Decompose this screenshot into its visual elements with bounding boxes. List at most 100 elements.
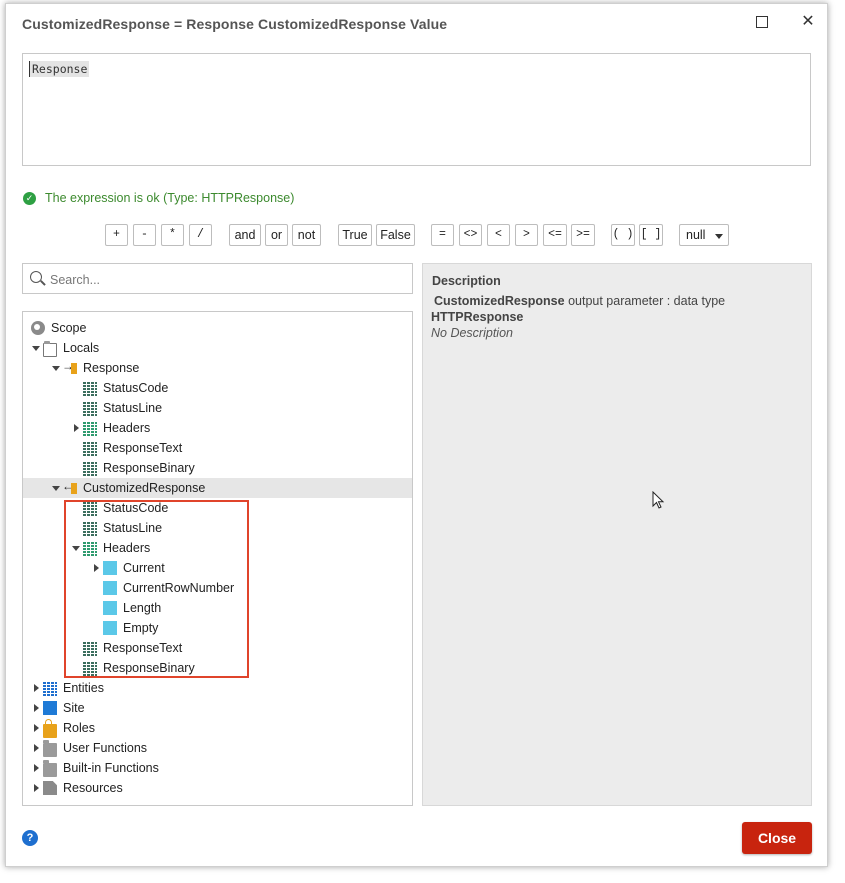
tree-item-label: Entities bbox=[63, 681, 104, 695]
input-parameter-icon bbox=[62, 359, 77, 375]
op-multiply-button[interactable]: * bbox=[161, 224, 184, 246]
close-button[interactable]: Close bbox=[742, 822, 812, 854]
tree-item-label: Current bbox=[123, 561, 165, 575]
help-icon[interactable]: ? bbox=[22, 830, 38, 846]
op-plus-button[interactable]: + bbox=[105, 224, 128, 246]
description-none: No Description bbox=[431, 326, 513, 340]
expression-text: Response bbox=[29, 61, 90, 77]
op-less-than-button[interactable]: < bbox=[487, 224, 510, 246]
check-circle-icon: ✓ bbox=[23, 191, 36, 205]
tree-item-customized-responsebinary[interactable]: ResponseBinary bbox=[23, 658, 412, 678]
op-minus-button[interactable]: - bbox=[133, 224, 156, 246]
tree-item-locals[interactable]: Locals bbox=[23, 338, 412, 358]
tree-item-response-responsebinary[interactable]: ResponseBinary bbox=[23, 458, 412, 478]
expand-arrow-icon[interactable] bbox=[71, 538, 83, 558]
tree-item-user-functions[interactable]: User Functions bbox=[23, 738, 412, 758]
validation-text: The expression is ok (Type: HTTPResponse… bbox=[45, 191, 295, 205]
tree-item-label: CustomizedResponse bbox=[83, 481, 206, 495]
null-select-value: null bbox=[686, 228, 706, 242]
expand-arrow-icon[interactable] bbox=[31, 678, 43, 698]
lock-icon bbox=[43, 718, 57, 738]
tree-item-roles[interactable]: Roles bbox=[23, 718, 412, 738]
tree-item-headers-current[interactable]: Current bbox=[23, 558, 412, 578]
tree-item-scope[interactable]: Scope bbox=[23, 318, 412, 338]
description-name: CustomizedResponse bbox=[434, 294, 565, 308]
op-true-button[interactable]: True bbox=[338, 224, 372, 246]
structure-icon bbox=[83, 521, 97, 536]
search-input[interactable] bbox=[48, 269, 402, 291]
op-less-equal-button[interactable]: <= bbox=[543, 224, 567, 246]
expand-arrow-icon[interactable] bbox=[31, 778, 43, 798]
tree-item-headers-length[interactable]: Length bbox=[23, 598, 412, 618]
op-greater-equal-button[interactable]: >= bbox=[571, 224, 595, 246]
validation-status: ✓ The expression is ok (Type: HTTPRespon… bbox=[23, 191, 294, 205]
tree-item-headers-currentrownumber[interactable]: CurrentRowNumber bbox=[23, 578, 412, 598]
tree-item-customized-statusline[interactable]: StatusLine bbox=[23, 518, 412, 538]
list-icon bbox=[83, 421, 97, 436]
expression-editor[interactable]: Response bbox=[22, 53, 811, 166]
tree-item-label: Site bbox=[63, 701, 85, 715]
structure-icon bbox=[83, 641, 97, 656]
tree-item-label: Headers bbox=[103, 541, 151, 555]
expand-arrow-icon[interactable] bbox=[71, 418, 83, 438]
tree-item-label: Built-in Functions bbox=[63, 761, 159, 775]
chevron-down-icon bbox=[715, 234, 723, 239]
expand-arrow-icon[interactable] bbox=[31, 758, 43, 778]
tree-item-customized-responsetext[interactable]: ResponseText bbox=[23, 638, 412, 658]
folder-icon bbox=[43, 739, 57, 757]
tree-item-headers-empty[interactable]: Empty bbox=[23, 618, 412, 638]
tree-item-label: Length bbox=[123, 601, 162, 615]
description-type: HTTPResponse bbox=[431, 310, 524, 324]
expand-arrow-icon[interactable] bbox=[91, 558, 103, 578]
search-icon bbox=[30, 271, 42, 283]
tree-item-customizedresponse[interactable]: CustomizedResponse bbox=[23, 478, 412, 498]
tree-item-customized-headers[interactable]: Headers bbox=[23, 538, 412, 558]
tree-item-label: StatusLine bbox=[103, 521, 163, 535]
tree-item-customized-statuscode[interactable]: StatusCode bbox=[23, 498, 412, 518]
structure-icon bbox=[83, 401, 97, 416]
op-or-button[interactable]: or bbox=[265, 224, 288, 246]
op-greater-than-button[interactable]: > bbox=[515, 224, 538, 246]
list-icon bbox=[83, 541, 97, 556]
op-not-equal-button[interactable]: <> bbox=[459, 224, 482, 246]
tree-item-response-statusline[interactable]: StatusLine bbox=[23, 398, 412, 418]
tree-item-label: Empty bbox=[123, 621, 159, 635]
tree-item-site[interactable]: Site bbox=[23, 698, 412, 718]
entities-icon bbox=[43, 681, 57, 696]
scope-icon bbox=[31, 321, 45, 335]
maximize-button[interactable] bbox=[748, 10, 776, 34]
tree-item-label: StatusLine bbox=[103, 401, 163, 415]
op-divide-button[interactable]: / bbox=[189, 224, 212, 246]
op-brackets-button[interactable]: [ ] bbox=[639, 224, 663, 246]
description-line: CustomizedResponse output parameter : da… bbox=[434, 294, 725, 308]
tree-item-label: Scope bbox=[51, 321, 87, 335]
null-select[interactable]: null bbox=[679, 224, 729, 246]
tree-item-label: ResponseBinary bbox=[103, 661, 195, 675]
expand-arrow-icon[interactable] bbox=[31, 338, 43, 358]
tree-item-response-headers[interactable]: Headers bbox=[23, 418, 412, 438]
tree-item-builtin-functions[interactable]: Built-in Functions bbox=[23, 758, 412, 778]
description-text: output parameter : data type bbox=[564, 294, 726, 308]
expand-arrow-icon[interactable] bbox=[31, 698, 43, 718]
tree-item-label: StatusCode bbox=[103, 501, 169, 515]
expand-arrow-icon[interactable] bbox=[31, 738, 43, 758]
structure-icon bbox=[83, 661, 97, 676]
op-equals-button[interactable]: = bbox=[431, 224, 454, 246]
op-false-button[interactable]: False bbox=[376, 224, 415, 246]
document-icon bbox=[43, 781, 57, 795]
op-and-button[interactable]: and bbox=[229, 224, 261, 246]
maximize-icon bbox=[756, 16, 768, 28]
tree-item-response-responsetext[interactable]: ResponseText bbox=[23, 438, 412, 458]
close-dialog-button[interactable]: ✕ bbox=[794, 10, 822, 34]
tree-item-label: ResponseText bbox=[103, 641, 183, 655]
tree-item-response-statuscode[interactable]: StatusCode bbox=[23, 378, 412, 398]
tree-item-entities[interactable]: Entities bbox=[23, 678, 412, 698]
folder-icon bbox=[43, 759, 57, 777]
output-parameter-icon bbox=[62, 479, 77, 495]
structure-icon bbox=[83, 441, 97, 456]
tree-item-response[interactable]: Response bbox=[23, 358, 412, 378]
tree-item-resources[interactable]: Resources bbox=[23, 778, 412, 798]
op-parentheses-button[interactable]: ( ) bbox=[611, 224, 635, 246]
op-not-button[interactable]: not bbox=[292, 224, 321, 246]
expand-arrow-icon[interactable] bbox=[31, 718, 43, 738]
